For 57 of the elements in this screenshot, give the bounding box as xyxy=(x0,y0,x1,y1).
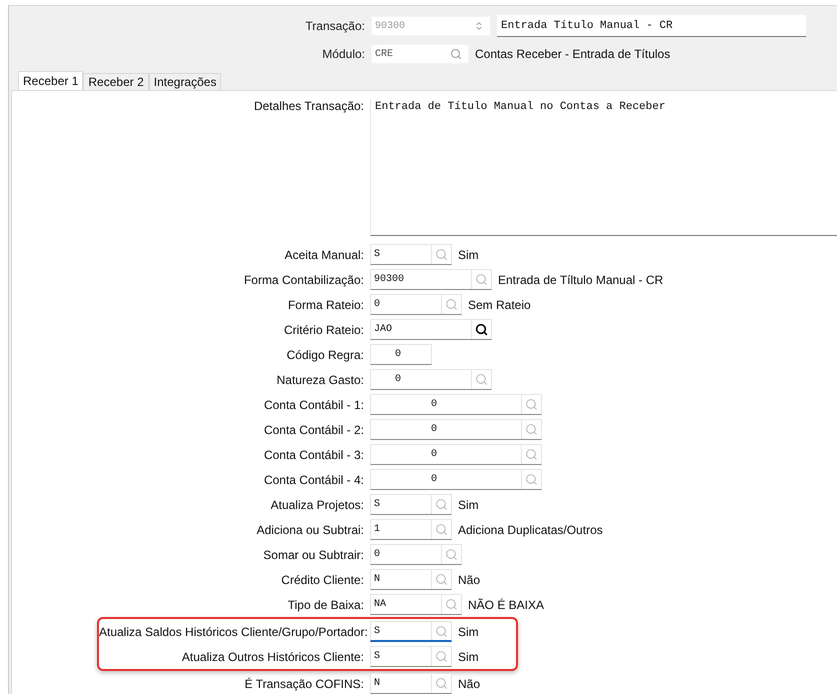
field-description: Entrada de Tíltulo Manual - CR xyxy=(498,272,664,286)
input-field[interactable]: 1 xyxy=(370,519,452,540)
field-label: Conta Contábil - 1: xyxy=(262,398,365,412)
field-description: Não xyxy=(458,572,480,586)
input-field[interactable]: 0 xyxy=(370,544,462,565)
tab[interactable]: Integrações xyxy=(148,73,222,90)
tab[interactable]: Receber 2 xyxy=(83,73,149,90)
input-field: 90300 xyxy=(371,16,491,36)
field-description: Contas Receber - Entrada de Títulos xyxy=(475,47,670,61)
input-field[interactable]: S xyxy=(370,621,452,642)
input-field[interactable]: S xyxy=(370,494,452,515)
field-label: Atualiza Outros Históricos Cliente: xyxy=(180,650,365,664)
input-field[interactable]: 0 xyxy=(370,369,492,390)
input-field[interactable]: N xyxy=(370,673,452,694)
field-label: Conta Contábil - 4: xyxy=(262,472,365,486)
field-label: Crédito Cliente: xyxy=(280,572,365,586)
field-label: É Transação COFINS: xyxy=(244,676,365,690)
input-field[interactable]: 0 xyxy=(370,294,462,315)
field-description: Sim xyxy=(458,498,479,512)
field-description: Não xyxy=(458,676,480,690)
field-label: Natureza Gasto: xyxy=(276,372,365,386)
input-field[interactable]: CRE xyxy=(371,44,469,64)
field-description: Sim xyxy=(458,248,479,262)
field-description: Sim xyxy=(458,624,479,638)
field-label: Conta Contábil - 2: xyxy=(262,422,365,436)
field-label: Critério Rateio: xyxy=(282,322,365,336)
field-label: Aceita Manual: xyxy=(284,248,365,262)
input-field[interactable]: NA xyxy=(370,594,462,615)
field-label: Detalhes Transação: xyxy=(252,99,365,113)
field-description: NÃO É BAIXA xyxy=(468,598,544,612)
input-field[interactable]: 0 xyxy=(370,444,542,465)
input-field[interactable]: N xyxy=(370,569,452,590)
field-label: Atualiza Projetos: xyxy=(270,498,365,512)
field-description: Sim xyxy=(458,650,479,664)
input-field[interactable]: S xyxy=(370,244,452,265)
input-field[interactable]: S xyxy=(370,646,452,667)
field-label: Adiciona ou Subtrai: xyxy=(256,522,365,536)
field-label: Forma Contabilização: xyxy=(242,272,365,286)
text-area[interactable]: Entrada de Título Manual no Contas a Receber xyxy=(370,99,837,236)
field-description: Sem Rateio xyxy=(468,298,531,312)
field-description: Adiciona Duplicatas/Outros xyxy=(458,522,603,536)
field-label: Conta Contábil - 3: xyxy=(262,448,365,462)
input-field[interactable]: 0 xyxy=(370,394,542,415)
input-field[interactable]: 0 xyxy=(370,344,432,365)
tab[interactable]: Receber 1 xyxy=(18,71,84,90)
input-field[interactable]: 0 xyxy=(370,419,542,440)
input-field[interactable]: JAO xyxy=(370,319,492,340)
field-label: Somar ou Subtrair: xyxy=(262,548,365,562)
field-label: Módulo: xyxy=(321,47,366,61)
field-label: Transação: xyxy=(304,19,366,33)
field-label: Forma Rateio: xyxy=(286,298,365,312)
input-field[interactable]: Entrada Título Manual - CR xyxy=(497,15,806,37)
input-field[interactable]: 90300 xyxy=(370,269,492,290)
field-label: Atualiza Saldos Históricos Cliente/Grupo/Portador: xyxy=(99,624,369,638)
field-label: Tipo de Baixa: xyxy=(286,598,365,612)
input-field[interactable]: 0 xyxy=(370,469,542,490)
field-label: Código Regra: xyxy=(286,348,365,362)
